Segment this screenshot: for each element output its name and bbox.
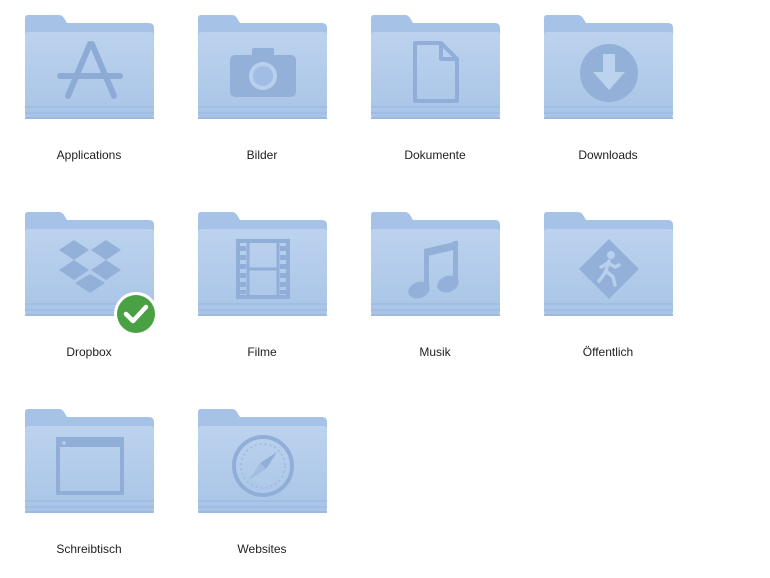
folder-label: Filme xyxy=(247,345,277,359)
folder-musik[interactable]: Musik xyxy=(346,197,506,367)
folder-label: Websites xyxy=(237,542,287,556)
folder-label: Downloads xyxy=(578,148,638,162)
music-note-icon xyxy=(408,241,459,299)
folder-applications[interactable]: Applications xyxy=(0,0,160,170)
film-strip-icon xyxy=(236,239,290,299)
folder-bilder[interactable]: Bilder xyxy=(173,0,333,170)
finder-icon-grid: Applications Bilder Dokumente Downloads … xyxy=(0,0,770,578)
public-walking-person-icon xyxy=(579,239,639,299)
folder-schreibtisch[interactable]: Schreibtisch xyxy=(0,394,160,564)
folder-label: Bilder xyxy=(246,148,278,162)
camera-icon xyxy=(230,48,296,97)
folder-oeffentlich[interactable]: Öffentlich xyxy=(519,197,679,367)
sync-complete-checkmark-icon xyxy=(114,292,158,336)
safari-compass-icon xyxy=(232,435,294,497)
folder-filme[interactable]: Filme xyxy=(173,197,333,367)
document-icon xyxy=(413,41,459,103)
folder-downloads[interactable]: Downloads xyxy=(519,0,679,170)
folder-label: Applications xyxy=(56,148,122,162)
folder-label: Dokumente xyxy=(404,148,466,162)
desktop-window-icon xyxy=(56,437,124,495)
folder-dokumente[interactable]: Dokumente xyxy=(346,0,506,170)
folder-label: Dropbox xyxy=(66,345,112,359)
app-store-icon xyxy=(57,41,123,99)
folder-label: Öffentlich xyxy=(582,345,634,359)
folder-label: Musik xyxy=(419,345,451,359)
folder-websites[interactable]: Websites xyxy=(173,394,333,564)
folder-label: Schreibtisch xyxy=(56,542,122,556)
download-arrow-icon xyxy=(580,44,638,102)
folder-dropbox[interactable]: Dropbox xyxy=(0,197,160,367)
